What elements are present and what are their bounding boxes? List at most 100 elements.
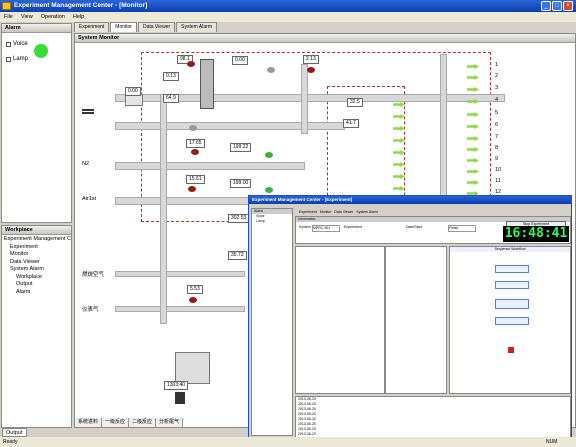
workflow-step[interactable] bbox=[495, 317, 529, 325]
gas-source-icon bbox=[82, 109, 94, 114]
dlg-workflow-tree bbox=[295, 246, 385, 394]
pipe-main-2 bbox=[115, 122, 345, 130]
outlet-label: 4 bbox=[495, 97, 499, 103]
status-ready: Ready bbox=[3, 439, 18, 445]
pipe-vertical-1 bbox=[160, 94, 167, 324]
tab-second-reaction[interactable]: 二级反应 bbox=[129, 418, 157, 427]
app-icon bbox=[2, 2, 11, 10]
pipe-combustion bbox=[115, 271, 245, 277]
outlet-label: 9 bbox=[495, 156, 499, 162]
lamp-checkbox[interactable] bbox=[6, 57, 11, 62]
maximize-button[interactable]: □ bbox=[552, 1, 562, 11]
tree-item-data-viewer[interactable]: Data Viewer bbox=[4, 259, 69, 267]
main-tabs: Experiment Monitor Data Viewer System Al… bbox=[74, 22, 218, 32]
tab-first-reaction[interactable]: 一级反应 bbox=[102, 418, 130, 427]
tab-data-viewer[interactable]: Data Viewer bbox=[137, 22, 176, 32]
value-1303-40: 1303.40 bbox=[164, 381, 189, 390]
tree-item-experiment[interactable]: Experiment bbox=[4, 244, 69, 252]
label-air1st: Air1st bbox=[82, 196, 97, 202]
valve-icon[interactable] bbox=[189, 125, 197, 131]
valve-icon[interactable] bbox=[189, 297, 197, 303]
dlg-status-value: Finish bbox=[448, 225, 476, 232]
workflow-step[interactable] bbox=[495, 265, 529, 273]
dlg-log-panel: 2013-06-20 2013-06-20 2013-06-20 2013-06… bbox=[295, 396, 571, 438]
outlet-label: 6 bbox=[495, 122, 499, 128]
workflow-end-icon bbox=[508, 347, 514, 353]
workflow-step[interactable] bbox=[495, 281, 529, 289]
voice-checkbox[interactable] bbox=[6, 42, 11, 47]
tab-system-feed[interactable]: 系统进料 bbox=[75, 418, 103, 427]
dlg-digital-clock: 16:48:41 bbox=[503, 226, 569, 242]
workflow-step[interactable] bbox=[495, 299, 529, 309]
monitor-bottom-tabs: 系统进料 一级反应 二级反应 分析尾气 bbox=[75, 418, 184, 427]
dlg-tab-experiment[interactable]: Experiment bbox=[299, 210, 317, 215]
menu-view[interactable]: View bbox=[21, 14, 33, 20]
workplace-panel: Workplace Experiment Management C Experi… bbox=[1, 225, 72, 428]
dlg-lamp-label[interactable]: Lamp bbox=[252, 219, 292, 224]
valve-icon[interactable] bbox=[307, 67, 315, 73]
tree-item-output[interactable]: Output bbox=[4, 281, 69, 289]
tree-root[interactable]: Experiment Management C bbox=[4, 236, 71, 244]
output-tab[interactable]: Output bbox=[2, 428, 27, 437]
valve-icon[interactable] bbox=[267, 67, 275, 73]
valve-icon[interactable] bbox=[265, 187, 273, 193]
dlg-tab-system-alarm[interactable]: System Alarm bbox=[356, 210, 378, 215]
tab-experiment[interactable]: Experiment bbox=[74, 22, 110, 32]
alarm-panel-title: Alarm bbox=[2, 24, 71, 33]
outlet-label: 1 bbox=[495, 62, 499, 68]
valve-icon[interactable] bbox=[265, 152, 273, 158]
dlg-system-label: System bbox=[299, 225, 311, 229]
value-64-9: 64.9 bbox=[163, 94, 179, 103]
close-button[interactable]: × bbox=[563, 1, 573, 11]
valve-icon[interactable] bbox=[188, 186, 196, 192]
valve-icon[interactable] bbox=[191, 149, 199, 155]
dlg-alarm-panel: Alarm Voice Lamp bbox=[251, 208, 293, 436]
dlg-workflow-canvas: Sequence Workflow bbox=[449, 246, 571, 394]
pipe-vertical-2 bbox=[301, 64, 308, 134]
menu-file[interactable]: File bbox=[4, 14, 13, 20]
value-5-53: 5.53 bbox=[187, 285, 203, 294]
tree-item-monitor[interactable]: Monitor bbox=[4, 251, 69, 259]
outlet-label: 11 bbox=[495, 178, 501, 184]
system-monitor-title: System Monitor bbox=[75, 34, 575, 43]
outlet-label: 7 bbox=[495, 134, 499, 140]
lamp-label: Lamp bbox=[13, 56, 29, 62]
pipe-vertical-3 bbox=[440, 54, 447, 204]
tree-item-alarm[interactable]: Alarm bbox=[4, 289, 69, 297]
value-302-53: 302.53 bbox=[228, 214, 250, 223]
alarm-panel: Alarm Voice Lamp bbox=[1, 23, 72, 223]
menu-operation[interactable]: Operation bbox=[41, 14, 65, 20]
value-15-61: 15.61 bbox=[186, 175, 205, 184]
status-bar: Ready NUM bbox=[0, 437, 576, 447]
dlg-date-label: Date/Start bbox=[406, 225, 422, 229]
value-32-5: 32.5 bbox=[347, 98, 363, 107]
feed-tank bbox=[175, 392, 185, 404]
tab-monitor[interactable]: Monitor bbox=[110, 22, 137, 32]
outlet-label: 5 bbox=[495, 110, 499, 116]
outlet-label: 2 bbox=[495, 73, 499, 79]
outlet-label: 8 bbox=[495, 145, 499, 151]
dlg-tab-monitor[interactable]: Monitor bbox=[320, 210, 332, 215]
minimize-button[interactable]: _ bbox=[541, 1, 551, 11]
label-instrument-gas: 仪表气 bbox=[82, 307, 99, 313]
experiment-window-title: Experiment Management Center - [Experime… bbox=[249, 196, 571, 204]
label-combustion-air: 燃烧空气 bbox=[82, 272, 105, 278]
menu-help[interactable]: Help bbox=[73, 14, 84, 20]
dlg-system-value: MPRC-501 bbox=[312, 225, 340, 232]
value-41-7: 41.7 bbox=[343, 119, 359, 128]
valve-icon[interactable] bbox=[187, 61, 195, 67]
window-title: Experiment Management Center - [Monitor] bbox=[0, 0, 576, 12]
value-199-22: 199.22 bbox=[230, 143, 252, 152]
pipe-instrument bbox=[115, 306, 245, 312]
outlet-label: 3 bbox=[495, 85, 499, 91]
tree-item-system-alarm[interactable]: System Alarm bbox=[4, 266, 69, 274]
tree-item-workplace[interactable]: Workplace bbox=[4, 274, 69, 282]
status-num: NUM bbox=[546, 439, 558, 445]
experiment-window: Experiment Management Center - [Experime… bbox=[248, 195, 572, 439]
tab-system-alarm[interactable]: System Alarm bbox=[176, 22, 217, 32]
tab-tail-gas[interactable]: 分析尾气 bbox=[156, 418, 184, 427]
pipe-n2 bbox=[115, 162, 305, 170]
dlg-tab-data-viewer[interactable]: Data Viewer bbox=[334, 210, 353, 215]
experiment-window-tabs: Experiment Monitor Data Viewer System Al… bbox=[299, 210, 378, 215]
value-0-00-b: 0.00 bbox=[125, 87, 141, 96]
